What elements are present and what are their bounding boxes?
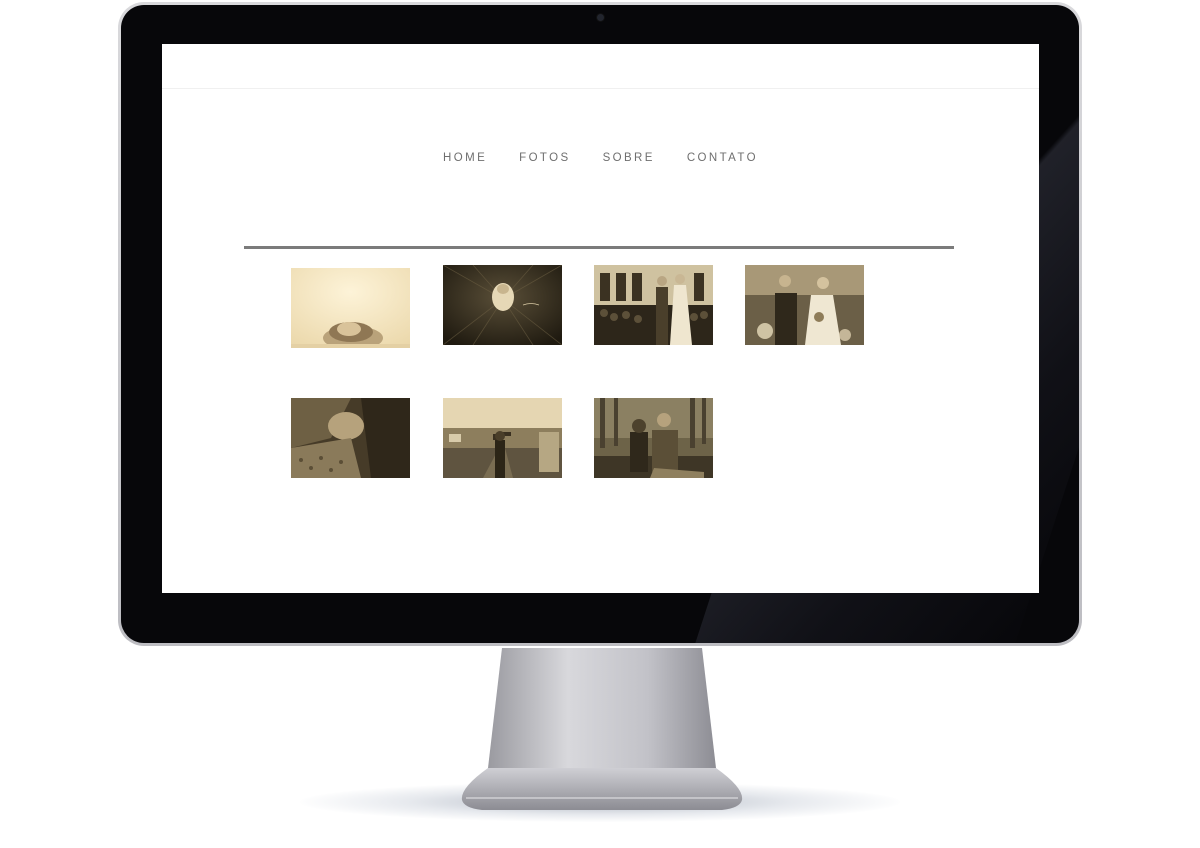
main-navigation: HOME FOTOS SOBRE CONTATO <box>162 152 1039 164</box>
gallery-photo-bride-groom[interactable] <box>745 265 864 345</box>
site-header-bar <box>162 44 1039 89</box>
gallery-photo-baby-blanket[interactable] <box>443 265 562 345</box>
gallery-photo-couple-embrace[interactable] <box>291 398 410 478</box>
website-screen: HOME FOTOS SOBRE CONTATO <box>162 44 1039 593</box>
nav-contato-link[interactable]: CONTATO <box>687 152 758 164</box>
gallery-photo-newborn[interactable] <box>291 268 410 348</box>
photo-image <box>291 398 410 478</box>
photo-image <box>443 398 562 478</box>
stand-graphic <box>461 648 743 810</box>
nav-home-link[interactable]: HOME <box>443 152 487 164</box>
nav-sobre-link[interactable]: SOBRE <box>603 152 655 164</box>
gallery-photo-couple-outdoors[interactable] <box>594 398 713 478</box>
photo-image <box>291 268 410 348</box>
nav-fotos-link[interactable]: FOTOS <box>519 152 570 164</box>
photo-image <box>443 265 562 345</box>
photo-image <box>745 265 864 345</box>
gallery-photo-wedding-altar[interactable] <box>594 265 713 345</box>
monitor-stand <box>460 648 744 814</box>
monitor-mockup-scene: HOME FOTOS SOBRE CONTATO <box>0 0 1200 848</box>
gallery-photo-city-street[interactable] <box>443 398 562 478</box>
photo-image <box>594 265 713 345</box>
section-divider <box>244 246 954 249</box>
photo-image <box>594 398 713 478</box>
webcam-icon <box>597 14 604 21</box>
